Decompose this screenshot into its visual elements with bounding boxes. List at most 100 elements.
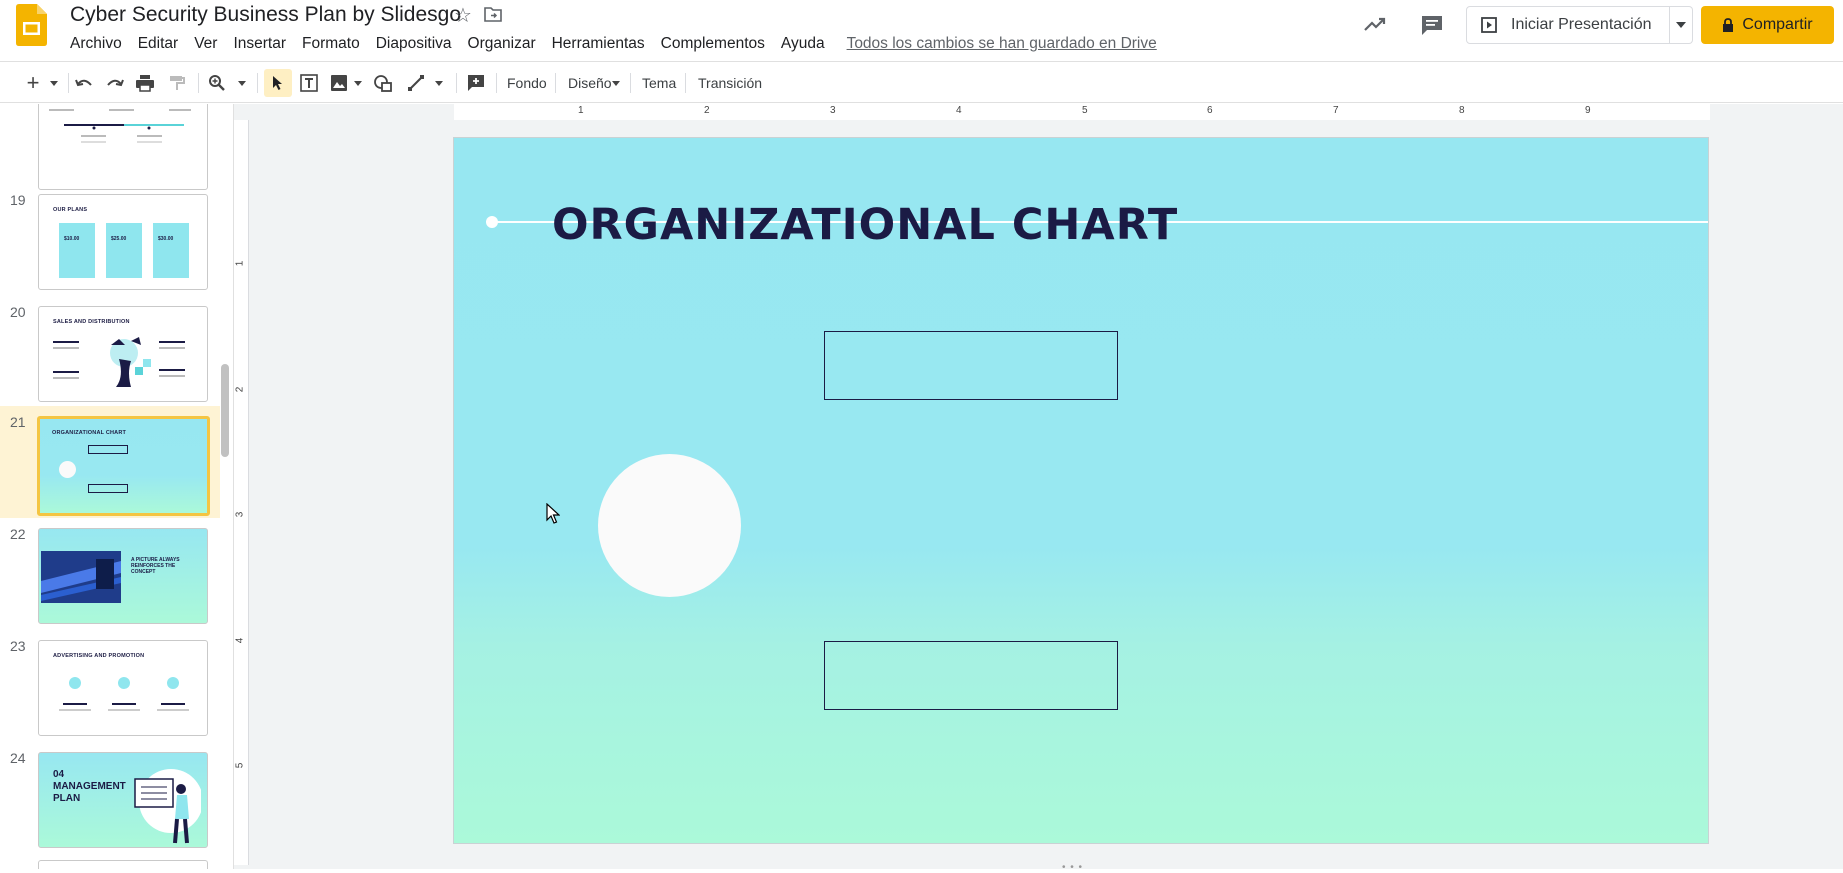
- save-status-link[interactable]: Todos los cambios se han guardado en Dri…: [847, 34, 1157, 54]
- menu-editar[interactable]: Editar: [130, 34, 187, 54]
- menu-insertar[interactable]: Insertar: [225, 34, 294, 54]
- comment-icon[interactable]: [1420, 14, 1444, 36]
- ruler-label: 1: [234, 260, 246, 267]
- menu-ayuda[interactable]: Ayuda: [773, 34, 833, 54]
- new-slide-dropdown-icon[interactable]: [48, 71, 60, 95]
- slide-row-21: 21 ORGANIZATIONAL CHART: [0, 406, 220, 518]
- image-dropdown-icon[interactable]: [352, 71, 364, 95]
- select-tool-icon[interactable]: [264, 69, 292, 97]
- ruler-label: 4: [234, 637, 246, 644]
- slide-thumbnail-title: ORGANIZATIONAL CHART: [52, 430, 127, 436]
- layout-dropdown-icon[interactable]: [610, 71, 622, 95]
- slide-filmstrip: 19 OUR PLANS $10.00 $25.00 $30.00 20 SAL…: [0, 104, 234, 869]
- title-divider-dot[interactable]: [486, 216, 498, 228]
- slide-thumbnail-19[interactable]: OUR PLANS $10.00 $25.00 $30.00: [38, 194, 208, 290]
- slide-22-photo: [41, 551, 121, 603]
- menu-complementos[interactable]: Complementos: [653, 34, 773, 54]
- insert-comment-icon[interactable]: [465, 71, 487, 95]
- move-folder-icon[interactable]: [484, 6, 502, 22]
- shape-icon[interactable]: [371, 71, 395, 95]
- slide-thumbnail-23[interactable]: ADVERTISING AND PROMOTION: [38, 640, 208, 736]
- org-chart-photo-circle[interactable]: [598, 454, 741, 597]
- slide-row-22: 22 A PICTURE ALWAYS REINFORCES THE CONCE…: [0, 518, 220, 630]
- caret-down-icon: [1675, 22, 1686, 28]
- menu-diapositiva[interactable]: Diapositiva: [368, 34, 460, 54]
- transition-button[interactable]: Transición: [698, 73, 762, 93]
- background-button[interactable]: Fondo: [507, 73, 547, 93]
- plan-price: $10.00: [64, 236, 80, 242]
- lock-icon: [1723, 18, 1734, 32]
- menu-herramientas[interactable]: Herramientas: [544, 34, 653, 54]
- image-icon[interactable]: [328, 71, 350, 95]
- horizontal-ruler[interactable]: 1 2 3 4 5 6 7 8 9: [249, 104, 1843, 120]
- share-button[interactable]: Compartir: [1701, 6, 1834, 44]
- menu-bar: Archivo Editar Ver Insertar Formato Diap…: [62, 34, 1157, 54]
- star-icon[interactable]: ☆: [454, 4, 472, 28]
- horizontal-ruler-ticks: [249, 104, 1843, 120]
- present-button[interactable]: Iniciar Presentación: [1466, 6, 1670, 44]
- text-box-icon[interactable]: [298, 71, 320, 95]
- org-chart-box-top[interactable]: [824, 331, 1118, 400]
- slide-24-illustration: [134, 769, 201, 844]
- slides-logo-icon[interactable]: [16, 4, 47, 46]
- slide-23-icons: [59, 677, 189, 711]
- ruler-label: 6: [1207, 105, 1213, 116]
- slide-number: 24: [10, 750, 26, 766]
- speaker-notes-drag-handle[interactable]: • • •: [1062, 862, 1083, 873]
- print-icon[interactable]: [134, 71, 156, 95]
- ruler-label: 5: [1082, 105, 1088, 116]
- slide-thumbnail-title: OUR PLANS: [53, 207, 88, 213]
- menu-formato[interactable]: Formato: [294, 34, 368, 54]
- slide-thumbnail-21[interactable]: ORGANIZATIONAL CHART: [37, 416, 210, 516]
- app-header: Cyber Security Business Plan by Slidesgo…: [0, 0, 1843, 61]
- present-button-label: Iniciar Presentación: [1511, 16, 1652, 33]
- slide-number: 20: [10, 304, 26, 320]
- current-slide[interactable]: ORGANIZATIONAL CHART: [453, 137, 1709, 844]
- org-chart-box-bottom[interactable]: [824, 641, 1118, 710]
- ruler-label: 1: [578, 105, 584, 116]
- filmstrip-scrollbar[interactable]: [221, 364, 229, 457]
- plan-price: $30.00: [158, 236, 174, 242]
- paint-format-icon[interactable]: [166, 71, 188, 95]
- ruler-label: 3: [234, 511, 246, 518]
- slide-number: 21: [10, 414, 26, 430]
- present-dropdown-button[interactable]: [1669, 6, 1693, 44]
- activity-trend-icon[interactable]: [1363, 14, 1387, 34]
- vertical-ruler[interactable]: 1 2 3 4 5: [234, 120, 249, 865]
- zoom-icon[interactable]: [206, 71, 228, 95]
- present-play-icon: [1481, 17, 1497, 33]
- ruler-label: 4: [956, 105, 962, 116]
- menu-ver[interactable]: Ver: [186, 34, 225, 54]
- mouse-cursor-icon: [546, 503, 560, 524]
- ruler-label: 5: [234, 762, 246, 769]
- redo-icon[interactable]: [104, 71, 126, 95]
- line-dropdown-icon[interactable]: [433, 71, 445, 95]
- slide-row-19: 19 OUR PLANS $10.00 $25.00 $30.00: [0, 184, 220, 296]
- menu-organizar[interactable]: Organizar: [460, 34, 544, 54]
- undo-icon[interactable]: [73, 71, 95, 95]
- ruler-label: 2: [234, 386, 246, 393]
- zoom-dropdown-icon[interactable]: [236, 71, 248, 95]
- new-slide-icon[interactable]: +: [24, 70, 42, 95]
- layout-button[interactable]: Diseño: [568, 73, 612, 93]
- slide-20-illustration: [53, 337, 185, 387]
- line-icon[interactable]: [405, 71, 427, 95]
- slide-number: 19: [10, 192, 26, 208]
- slide-row-24: 24 04 MANAGEMENT PLAN: [0, 742, 220, 854]
- slide-thumbnail-22[interactable]: A PICTURE ALWAYS REINFORCES THE CONCEPT: [38, 528, 208, 624]
- menu-archivo[interactable]: Archivo: [62, 34, 130, 54]
- slide-thumbnail-18[interactable]: [38, 104, 208, 190]
- slide-thumbnail-24[interactable]: 04 MANAGEMENT PLAN: [38, 752, 208, 848]
- toolbar: + Fondo Diseño Tema Transición: [0, 61, 1843, 103]
- slide-thumbnail-25[interactable]: [38, 860, 208, 869]
- theme-button[interactable]: Tema: [642, 73, 676, 93]
- ruler-label: 9: [1585, 105, 1591, 116]
- slide-row-20: 20 SALES AND DISTRIBUTION: [0, 296, 220, 408]
- slide-thumbnail-20[interactable]: SALES AND DISTRIBUTION: [38, 306, 208, 402]
- document-title[interactable]: Cyber Security Business Plan by Slidesgo: [70, 3, 461, 27]
- slide-thumbnail-title: 04 MANAGEMENT PLAN: [53, 769, 126, 804]
- slide-number: 23: [10, 638, 26, 654]
- slide-number: 22: [10, 526, 26, 542]
- ruler-label: 8: [1459, 105, 1465, 116]
- slide-title[interactable]: ORGANIZATIONAL CHART: [552, 200, 1178, 250]
